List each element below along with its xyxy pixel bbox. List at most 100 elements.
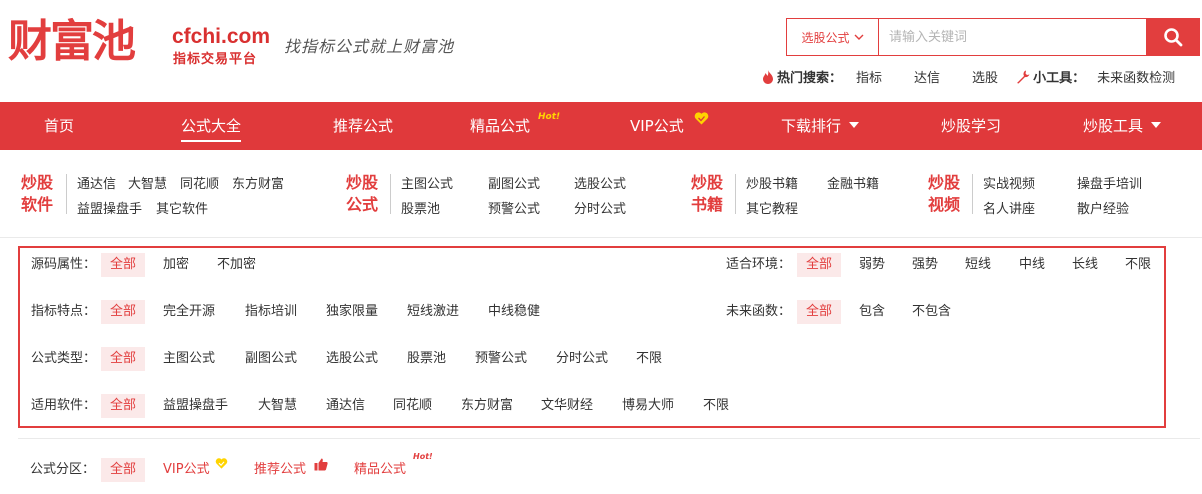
search-input[interactable] xyxy=(879,19,1146,55)
zone-option-premium[interactable]: 精品公式 Hot! xyxy=(354,452,433,482)
slogan: 找指标公式就上财富池 xyxy=(284,37,455,56)
nav-tools[interactable]: 炒股工具 xyxy=(1083,102,1162,150)
category-link[interactable]: 主图公式 xyxy=(401,173,453,192)
category-link[interactable]: 散户经验 xyxy=(1077,198,1129,217)
zone-option-selected[interactable]: 全部 xyxy=(101,458,146,482)
filter-option[interactable]: 不限 xyxy=(703,394,729,418)
category-link[interactable]: 同花顺 xyxy=(180,173,219,192)
zone-option-recommended[interactable]: 推荐公式 xyxy=(254,458,328,482)
hot-keyword[interactable]: 达信 xyxy=(914,67,940,86)
filter-option[interactable]: 强势 xyxy=(912,253,938,277)
category-link[interactable]: 通达信 xyxy=(77,173,116,192)
hot-badge: Hot! xyxy=(413,452,433,461)
divider xyxy=(735,174,736,214)
filter-option[interactable]: 文华财经 xyxy=(541,394,593,418)
nav-recommended[interactable]: 推荐公式 xyxy=(333,102,393,150)
filter-option[interactable]: 指标培训 xyxy=(245,300,297,324)
nav-vip[interactable]: VIP公式 xyxy=(630,102,709,150)
category-link[interactable]: 选股公式 xyxy=(574,173,626,192)
nav-label: 公式大全 xyxy=(181,117,242,135)
logo-tagline: 指标交易平台 xyxy=(173,52,258,67)
category-link[interactable]: 大智慧 xyxy=(128,173,167,192)
nav-premium[interactable]: 精品公式 Hot! xyxy=(470,102,560,150)
category-link[interactable]: 东方财富 xyxy=(232,173,284,192)
filter-option-selected[interactable]: 全部 xyxy=(797,253,842,277)
hot-badge: Hot! xyxy=(538,112,561,122)
tool-link[interactable]: 未来函数检测 xyxy=(1097,67,1175,86)
category-title: 炒股 书籍 xyxy=(690,173,723,214)
category-link[interactable]: 益盟操盘手 xyxy=(77,198,142,217)
zone-option-vip[interactable]: VIP公式 xyxy=(163,458,228,482)
filter-option-selected[interactable]: 全部 xyxy=(797,300,842,324)
nav-label: 炒股工具 xyxy=(1083,117,1144,135)
filter-option[interactable]: 益盟操盘手 xyxy=(163,394,228,418)
search-icon xyxy=(1164,28,1183,47)
category-link[interactable]: 实战视频 xyxy=(983,173,1035,192)
formula-zone-row: 公式分区： 全部 VIP公式 推荐公式 精品公式 Hot! xyxy=(18,438,1200,494)
filter-option[interactable]: 主图公式 xyxy=(163,347,215,371)
filter-option[interactable]: 加密 xyxy=(163,253,189,277)
filter-label: 适合环境： xyxy=(726,257,792,272)
filter-option[interactable]: 副图公式 xyxy=(245,347,297,371)
search-type-select[interactable]: 选股公式 xyxy=(787,19,879,55)
hot-search-bar: 热门搜索： 指标 达信 选股 小工具： 未来函数检测 xyxy=(762,67,1175,86)
filter-option[interactable]: 中线 xyxy=(1019,253,1045,277)
filter-label: 未来函数： xyxy=(726,304,792,319)
nav-home[interactable]: 首页 xyxy=(44,102,74,150)
fire-icon xyxy=(763,69,773,84)
filter-option[interactable]: 不限 xyxy=(1125,253,1151,277)
category-link[interactable]: 其它教程 xyxy=(746,198,798,217)
hot-keyword[interactable]: 指标 xyxy=(856,67,882,86)
search-button[interactable] xyxy=(1146,18,1200,56)
nav-label: 首页 xyxy=(44,117,75,135)
category-link[interactable]: 预警公式 xyxy=(488,198,540,217)
nav-learning[interactable]: 炒股学习 xyxy=(941,102,1001,150)
filter-option[interactable]: 不限 xyxy=(636,347,662,371)
filter-option[interactable]: 分时公式 xyxy=(556,347,608,371)
filter-option[interactable]: 选股公式 xyxy=(326,347,378,371)
category-link[interactable]: 炒股书籍 xyxy=(746,173,798,192)
filter-option[interactable]: 预警公式 xyxy=(475,347,527,371)
category-link[interactable]: 名人讲座 xyxy=(983,198,1035,217)
category-title: 炒股 公式 xyxy=(345,173,378,214)
category-link[interactable]: 分时公式 xyxy=(574,198,626,217)
filter-option-selected[interactable]: 全部 xyxy=(101,394,146,418)
nav-label: 炒股学习 xyxy=(941,117,1002,135)
filter-option[interactable]: 独家限量 xyxy=(326,300,378,324)
filter-option[interactable]: 不加密 xyxy=(217,253,256,277)
category-strip: 炒股 软件 通达信 大智慧 同花顺 东方财富 益盟操盘手 其它软件 炒股 公式 主图… xyxy=(0,150,1202,238)
category-link[interactable]: 金融书籍 xyxy=(827,173,879,192)
logo[interactable]: 财富池 xyxy=(8,18,136,66)
tools-label: 小工具： xyxy=(1033,71,1086,86)
hot-keyword[interactable]: 选股 xyxy=(972,67,998,86)
wrench-icon xyxy=(1017,70,1030,83)
nav-download-rank[interactable]: 下载排行 xyxy=(781,102,860,150)
filter-option[interactable]: 博易大师 xyxy=(622,394,674,418)
filter-option-selected[interactable]: 全部 xyxy=(101,300,146,324)
filter-option[interactable]: 大智慧 xyxy=(258,394,297,418)
category-link[interactable]: 操盘手培训 xyxy=(1077,173,1142,192)
category-link[interactable]: 股票池 xyxy=(401,198,440,217)
category-link[interactable]: 副图公式 xyxy=(488,173,540,192)
filter-option[interactable]: 长线 xyxy=(1072,253,1098,277)
filter-option[interactable]: 同花顺 xyxy=(393,394,432,418)
category-link[interactable]: 其它软件 xyxy=(156,198,208,217)
filter-option-selected[interactable]: 全部 xyxy=(101,253,146,277)
filter-option[interactable]: 股票池 xyxy=(407,347,446,371)
logo-domain: cfchi.com xyxy=(172,25,271,48)
category-title: 炒股 视频 xyxy=(927,173,960,214)
nav-formulas[interactable]: 公式大全 xyxy=(181,102,242,150)
filter-option[interactable]: 包含 xyxy=(859,300,885,324)
filter-option[interactable]: 通达信 xyxy=(326,394,365,418)
filter-row: 适用软件： 全部 益盟操盘手 大智慧 通达信 同花顺 东方财富 文华财经 博易大… xyxy=(20,394,1164,418)
filter-option[interactable]: 东方财富 xyxy=(461,394,513,418)
filter-option[interactable]: 中线稳健 xyxy=(488,300,540,324)
filter-option[interactable]: 完全开源 xyxy=(163,300,215,324)
filter-option[interactable]: 短线激进 xyxy=(407,300,459,324)
filter-option[interactable]: 短线 xyxy=(965,253,991,277)
heart-icon xyxy=(215,458,228,469)
filter-option-selected[interactable]: 全部 xyxy=(101,347,146,371)
filter-option[interactable]: 弱势 xyxy=(859,253,885,277)
filter-option[interactable]: 不包含 xyxy=(912,300,951,324)
thumbs-up-icon xyxy=(314,458,328,471)
